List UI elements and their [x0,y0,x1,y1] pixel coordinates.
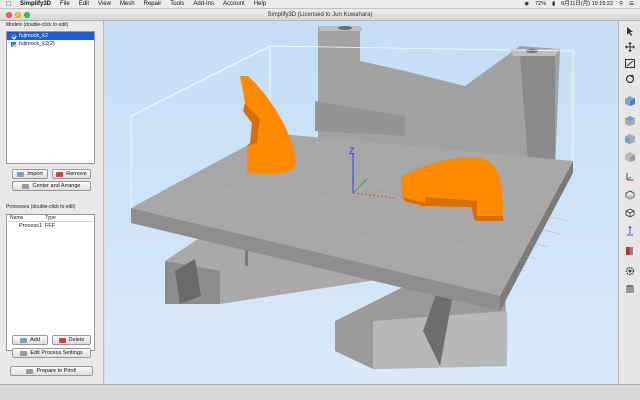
menu-account[interactable]: Account [223,0,245,9]
menu-simplify3d[interactable]: Simplify3D [20,0,51,9]
battery-icon[interactable]: ▮ [552,0,555,9]
process-row[interactable]: Process1 FFF [7,222,94,230]
center-arrange-icon [22,183,30,189]
process-type: FFF [45,223,56,229]
col-type-header: Type [45,215,56,221]
menu-extras-icon[interactable]: ☰ [629,0,634,9]
app-menu: Simplify3D File Edit View Mesh Repair To… [20,0,266,9]
add-process-button[interactable]: Add [12,335,48,345]
bottom-status-bar [0,384,640,400]
view-side-icon[interactable] [623,151,637,163]
model-name: fujimock_k2(2) [19,41,55,47]
process-name: Process1 [19,223,42,229]
cross-section-icon[interactable] [623,245,637,257]
models-label: Models (double-click to edit) [6,22,69,28]
menu-mesh[interactable]: Mesh [120,0,135,9]
col-name-header: Name [10,215,24,221]
menu-view[interactable]: View [98,0,111,9]
z-axis-label: Z [349,146,355,156]
move-icon[interactable] [623,41,637,53]
3d-viewport[interactable]: Z [105,21,617,384]
menu-tools[interactable]: Tools [170,0,184,9]
build-volume-icon[interactable] [623,189,637,201]
customize-icon[interactable] [623,283,637,295]
left-panel: Models (double-click to edit) fujimock_k… [0,21,104,384]
search-icon[interactable]: ⚲ [619,0,623,9]
import-icon [17,171,25,177]
view-top-icon[interactable] [623,115,637,127]
window-titlebar: Simplify3D (Licensed to Jun Kuwahara) [0,9,640,21]
print-icon [26,368,34,374]
battery-percent[interactable]: 72% [535,0,546,9]
view-front-icon[interactable] [623,133,637,145]
processes-list[interactable]: Name Type Process1 FFF [6,214,95,351]
rotate-icon[interactable] [623,73,637,85]
model-item-2[interactable]: fujimock_k2(2) [7,40,94,48]
model-name: fujimock_k2 [19,33,49,39]
processes-label: Processes (double-click to edit) [6,204,76,210]
import-button[interactable]: Import [12,169,48,179]
model-visible-checkbox[interactable] [11,33,16,39]
settings-icon [20,350,28,356]
model-fujimock-k2[interactable] [240,76,296,174]
add-icon [20,337,28,343]
remove-button[interactable]: Remove [52,169,91,179]
model-item-1[interactable]: fujimock_k2 [7,32,94,40]
edit-process-settings-button[interactable]: Edit Process Settings [12,348,91,358]
clock[interactable]: 6月11日(月) 19:15:22 [561,0,613,9]
delete-process-button[interactable]: Delete [52,335,91,345]
menu-add-ins[interactable]: Add-Ins [193,0,214,9]
view-toolbar [618,21,640,384]
scene-svg: Z [130,26,574,369]
prepare-to-print-button[interactable]: Prepare to Print! [10,366,93,376]
menu-edit[interactable]: Edit [79,0,89,9]
center-arrange-button[interactable]: Center and Arrange [12,181,91,191]
menu-help[interactable]: Help [254,0,266,9]
view-iso-icon[interactable] [623,95,637,107]
axes-icon[interactable] [623,171,637,183]
settings-icon[interactable] [623,265,637,277]
pointer-icon[interactable] [623,25,637,37]
models-list[interactable]: fujimock_k2 fujimock_k2(2) [6,31,95,164]
menu-repair[interactable]: Repair [144,0,162,9]
remove-icon [56,171,64,177]
support-icon[interactable] [623,225,637,237]
window-title: Simplify3D (Licensed to Jun Kuwahara) [267,12,373,18]
mac-menubar:  Simplify3D File Edit View Mesh Repair … [0,0,640,9]
apple-logo-icon[interactable]:  [6,0,11,9]
wireframe-icon[interactable] [623,207,637,219]
processes-header: Name Type [7,215,94,222]
delete-icon [58,337,66,343]
status-area: ◉ 72% ▮ 6月11日(月) 19:15:22 ⚲ ☰ [524,0,634,9]
scale-icon[interactable] [623,57,637,69]
model-visible-checkbox[interactable] [11,41,16,47]
wifi-icon[interactable]: ◉ [524,0,529,9]
menu-file[interactable]: File [60,0,70,9]
